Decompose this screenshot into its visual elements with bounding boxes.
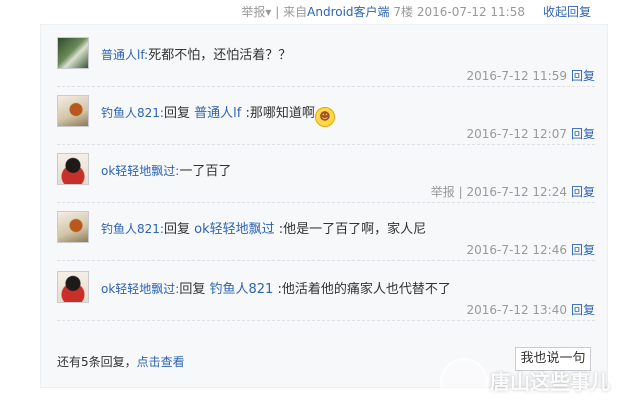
avatar[interactable] bbox=[57, 95, 89, 127]
reply-item: 钓鱼人821:回复 普通人lf :那哪知道啊 ☻ 2016-7-12 12:07 回… bbox=[57, 87, 595, 145]
reply-content: ok轻轻地飘过:一了百了 bbox=[101, 160, 231, 179]
reply-footer: 举报 | 2016-7-12 12:24 回复 bbox=[431, 183, 595, 200]
floor-number: 7楼 bbox=[393, 5, 414, 19]
reply-text: :那哪知道啊 bbox=[245, 106, 315, 121]
watermark-text: 唐山这些事儿 bbox=[490, 370, 610, 394]
reply-word: 回复 bbox=[179, 282, 206, 297]
reply-text: 死都不怕，还怕活着？？ bbox=[148, 48, 292, 63]
report-link[interactable]: 举报 bbox=[241, 5, 265, 19]
view-more-link[interactable]: 点击查看 bbox=[137, 355, 185, 369]
report-link[interactable]: 举报 | bbox=[431, 185, 463, 199]
post-meta-bar: 举报▾ | 来自Android客户端 7楼 2016-07-12 11:58 收… bbox=[0, 0, 635, 22]
reply-text: :他是一了百了啊，家人尼 bbox=[278, 222, 427, 237]
reply-button[interactable]: 回复 bbox=[571, 185, 595, 199]
watermark: 唐山这些事儿 bbox=[440, 348, 630, 408]
reply-username[interactable]: 钓鱼人821 bbox=[101, 106, 160, 120]
reply-footer: 2016-7-12 13:40 回复 bbox=[466, 301, 595, 318]
reply-word: 回复 bbox=[163, 222, 190, 237]
avatar[interactable] bbox=[57, 271, 89, 303]
reply-footer: 2016-7-12 12:46 回复 bbox=[466, 241, 595, 258]
reply-to-user[interactable]: ok轻轻地飘过 bbox=[194, 222, 274, 237]
reply-username[interactable]: 普通人lf bbox=[101, 48, 144, 62]
reply-footer: 2016-7-12 12:07 回复 bbox=[466, 125, 595, 142]
more-replies-text: 还有5条回复， bbox=[57, 355, 137, 369]
reply-button[interactable]: 回复 bbox=[571, 69, 595, 83]
reply-button[interactable]: 回复 bbox=[571, 303, 595, 317]
avatar[interactable] bbox=[57, 211, 89, 243]
post-datetime: 2016-07-12 11:58 bbox=[416, 5, 525, 19]
reply-item: 普通人lf:死都不怕，还怕活着？？ 2016-7-12 11:59 回复 bbox=[57, 29, 595, 87]
reply-button[interactable]: 回复 bbox=[571, 127, 595, 141]
reply-panel: 普通人lf:死都不怕，还怕活着？？ 2016-7-12 11:59 回复 钓鱼人8… bbox=[40, 24, 608, 388]
reply-time: 2016-7-12 12:46 bbox=[466, 243, 567, 257]
post-meta: 举报▾ | 来自Android客户端 7楼 2016-07-12 11:58 bbox=[241, 3, 525, 20]
reply-username[interactable]: ok轻轻地飘过 bbox=[101, 164, 175, 178]
reply-item: ok轻轻地飘过:回复 钓鱼人821 :他活着他的痛家人也代替不了 2016-7-… bbox=[57, 263, 595, 321]
reply-to-user[interactable]: 普通人lf bbox=[194, 106, 241, 121]
reply-time: 2016-7-12 13:40 bbox=[466, 303, 567, 317]
avatar[interactable] bbox=[57, 37, 89, 69]
collapse-replies-link[interactable]: 收起回复 bbox=[543, 3, 591, 20]
separator: | bbox=[275, 5, 280, 19]
reply-time: 2016-7-12 12:24 bbox=[466, 185, 567, 199]
source-prefix: 来自 bbox=[283, 5, 308, 19]
reply-to-user[interactable]: 钓鱼人821 bbox=[210, 282, 274, 297]
reply-content: 钓鱼人821:回复 普通人lf :那哪知道啊 ☻ bbox=[101, 102, 335, 127]
reply-button[interactable]: 回复 bbox=[571, 243, 595, 257]
avatar[interactable] bbox=[57, 153, 89, 185]
watermark-logo-icon bbox=[440, 358, 488, 406]
reply-content: ok轻轻地飘过:回复 钓鱼人821 :他活着他的痛家人也代替不了 bbox=[101, 278, 451, 297]
reply-username[interactable]: 钓鱼人821 bbox=[101, 222, 160, 236]
source-link[interactable]: Android客户端 bbox=[307, 5, 389, 19]
reply-text: 一了百了 bbox=[179, 164, 232, 179]
reply-item: ok轻轻地飘过:一了百了 举报 | 2016-7-12 12:24 回复 bbox=[57, 145, 595, 203]
reply-text: :他活着他的痛家人也代替不了 bbox=[277, 282, 451, 297]
reply-content: 钓鱼人821:回复 ok轻轻地飘过 :他是一了百了啊，家人尼 bbox=[101, 218, 426, 237]
grinning-face-icon: ☻ bbox=[314, 107, 335, 127]
reply-time: 2016-7-12 12:07 bbox=[466, 127, 567, 141]
reply-username[interactable]: ok轻轻地飘过 bbox=[101, 282, 175, 296]
reply-word: 回复 bbox=[163, 106, 190, 121]
reply-footer: 2016-7-12 11:59 回复 bbox=[466, 67, 595, 84]
report-caret-icon[interactable]: ▾ bbox=[265, 5, 271, 19]
reply-item: 钓鱼人821:回复 ok轻轻地飘过 :他是一了百了啊，家人尼 2016-7-12… bbox=[57, 203, 595, 261]
reply-content: 普通人lf:死都不怕，还怕活着？？ bbox=[101, 44, 291, 63]
more-replies: 还有5条回复，点击查看 bbox=[57, 353, 185, 370]
reply-time: 2016-7-12 11:59 bbox=[466, 69, 567, 83]
